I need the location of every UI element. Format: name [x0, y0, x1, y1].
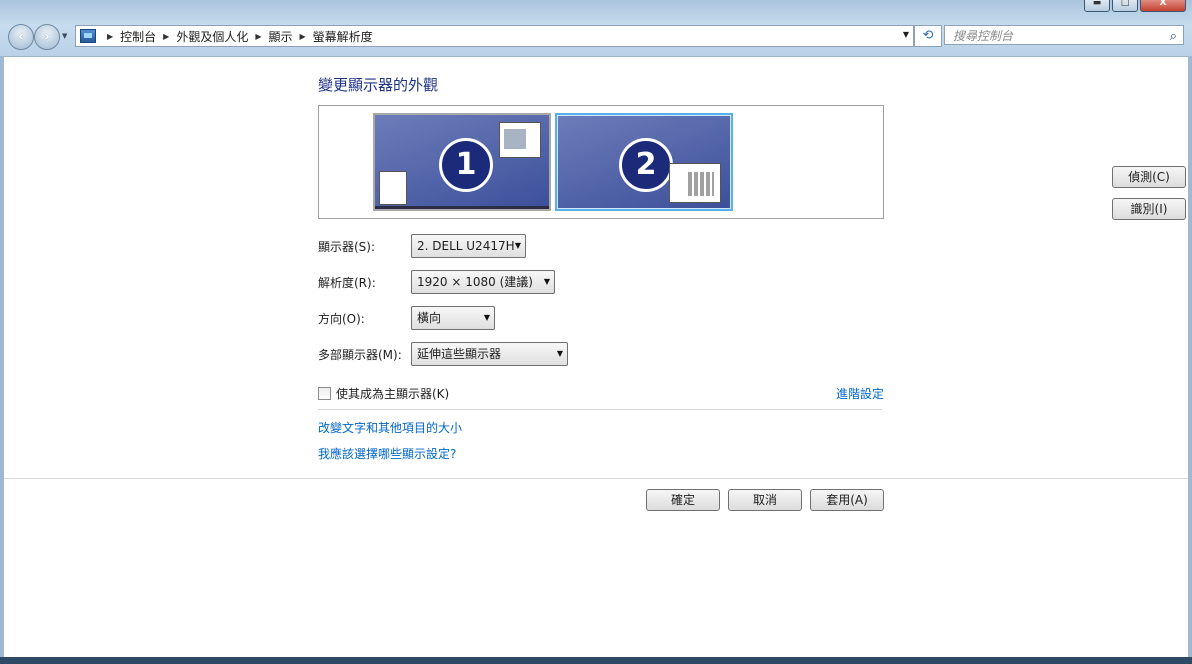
- monitor-number-badge: 1: [439, 138, 493, 192]
- multiple-displays-select[interactable]: 延伸這些顯示器 ▼: [411, 342, 568, 366]
- control-panel-icon: [80, 29, 96, 43]
- chevron-right-icon[interactable]: ▶: [107, 32, 113, 41]
- close-button[interactable]: X: [1140, 0, 1186, 12]
- search-placeholder: 搜尋控制台: [953, 29, 1014, 43]
- page-title: 變更顯示器的外觀: [318, 76, 439, 94]
- main-display-label[interactable]: 使其成為主顯示器(K): [336, 385, 449, 402]
- display-settings-help-link[interactable]: 我應該選擇哪些顯示設定?: [318, 445, 456, 462]
- taskbar-thumbnail: [375, 206, 549, 209]
- multiple-displays-value: 延伸這些顯示器: [417, 347, 502, 361]
- resolution-label: 解析度(R):: [318, 276, 376, 290]
- forward-button[interactable]: ›: [34, 24, 60, 50]
- display-value: 2. DELL U2417H: [417, 239, 515, 253]
- chevron-down-icon: ▼: [62, 32, 68, 40]
- divider: [318, 409, 882, 410]
- grid-icon: [688, 172, 714, 196]
- orientation-select[interactable]: 橫向 ▼: [411, 306, 495, 330]
- chevron-down-icon: ▼: [556, 349, 563, 358]
- orientation-value: 橫向: [417, 311, 442, 325]
- cancel-button[interactable]: 取消: [728, 489, 802, 511]
- breadcrumb-control-panel[interactable]: 控制台: [120, 28, 156, 45]
- monitor-1[interactable]: 1: [373, 113, 551, 211]
- arrow-right-icon: ›: [43, 27, 51, 45]
- window-controls: ▬ □ X: [1084, 0, 1186, 12]
- orientation-label: 方向(O):: [318, 312, 365, 326]
- search-icon[interactable]: ⌕: [1170, 27, 1177, 47]
- maximize-button[interactable]: □: [1112, 0, 1138, 12]
- title-bar: ▬ □ X ‹ › ▼ ▶ 控制台 ▶ 外觀及個人化 ▶ 顯示 ▶ 螢幕解析度 …: [0, 0, 1192, 56]
- refresh-button[interactable]: ⟲: [914, 25, 942, 47]
- window-thumbnail-icon: [669, 163, 721, 203]
- advanced-settings-link[interactable]: 進階設定: [836, 385, 884, 402]
- breadcrumb-appearance[interactable]: 外觀及個人化: [176, 28, 248, 45]
- monitor-2[interactable]: 2: [555, 113, 733, 211]
- divider: [4, 478, 1188, 479]
- text-size-link[interactable]: 改變文字和其他項目的大小: [318, 419, 462, 436]
- detect-button[interactable]: 偵測(C): [1112, 166, 1186, 188]
- chevron-down-icon: ▼: [543, 277, 550, 286]
- resolution-value: 1920 × 1080 (建議): [417, 275, 533, 289]
- chevron-down-icon: ▼: [483, 313, 490, 322]
- main-display-option[interactable]: 使其成為主顯示器(K): [318, 385, 449, 402]
- minimize-button[interactable]: ▬: [1084, 0, 1110, 12]
- display-select[interactable]: 2. DELL U2417H ▼: [411, 234, 526, 258]
- monitor-number-badge: 2: [619, 138, 673, 192]
- recent-pages-dropdown[interactable]: ▼: [62, 32, 67, 40]
- main-display-checkbox[interactable]: [318, 387, 331, 400]
- window-frame-bottom: [0, 657, 1192, 664]
- breadcrumb-screen-resolution[interactable]: 螢幕解析度: [313, 28, 373, 45]
- window-frame-right: [1188, 56, 1192, 657]
- chevron-right-icon[interactable]: ▶: [163, 32, 169, 41]
- display-label: 顯示器(S):: [318, 240, 376, 254]
- arrow-left-icon: ‹: [17, 27, 25, 45]
- refresh-icon: ⟲: [922, 28, 934, 43]
- back-button[interactable]: ‹: [8, 24, 34, 50]
- window-thumbnail-icon: [379, 171, 407, 205]
- ok-button[interactable]: 確定: [646, 489, 720, 511]
- resolution-select[interactable]: 1920 × 1080 (建議) ▼: [411, 270, 555, 294]
- multiple-displays-label: 多部顯示器(M):: [318, 348, 402, 362]
- chevron-right-icon[interactable]: ▶: [255, 32, 261, 41]
- chevron-right-icon[interactable]: ▶: [300, 32, 306, 41]
- window-thumbnail-icon: [499, 122, 541, 158]
- address-dropdown-icon[interactable]: ▼: [903, 30, 909, 39]
- apply-button[interactable]: 套用(A): [810, 489, 884, 511]
- address-bar[interactable]: ▶ 控制台 ▶ 外觀及個人化 ▶ 顯示 ▶ 螢幕解析度 ▼: [75, 25, 914, 47]
- identify-button[interactable]: 識別(I): [1112, 198, 1186, 220]
- search-input[interactable]: 搜尋控制台 ⌕: [944, 25, 1184, 45]
- monitor-preview: 1 2 偵測(C) 識別(I): [318, 105, 1186, 220]
- content-area: 變更顯示器的外觀 1 2 偵測(C) 識別(I) 顯示器(S): 2. DELL…: [4, 56, 1188, 658]
- chevron-down-icon: ▼: [514, 241, 521, 250]
- breadcrumb-display[interactable]: 顯示: [269, 28, 293, 45]
